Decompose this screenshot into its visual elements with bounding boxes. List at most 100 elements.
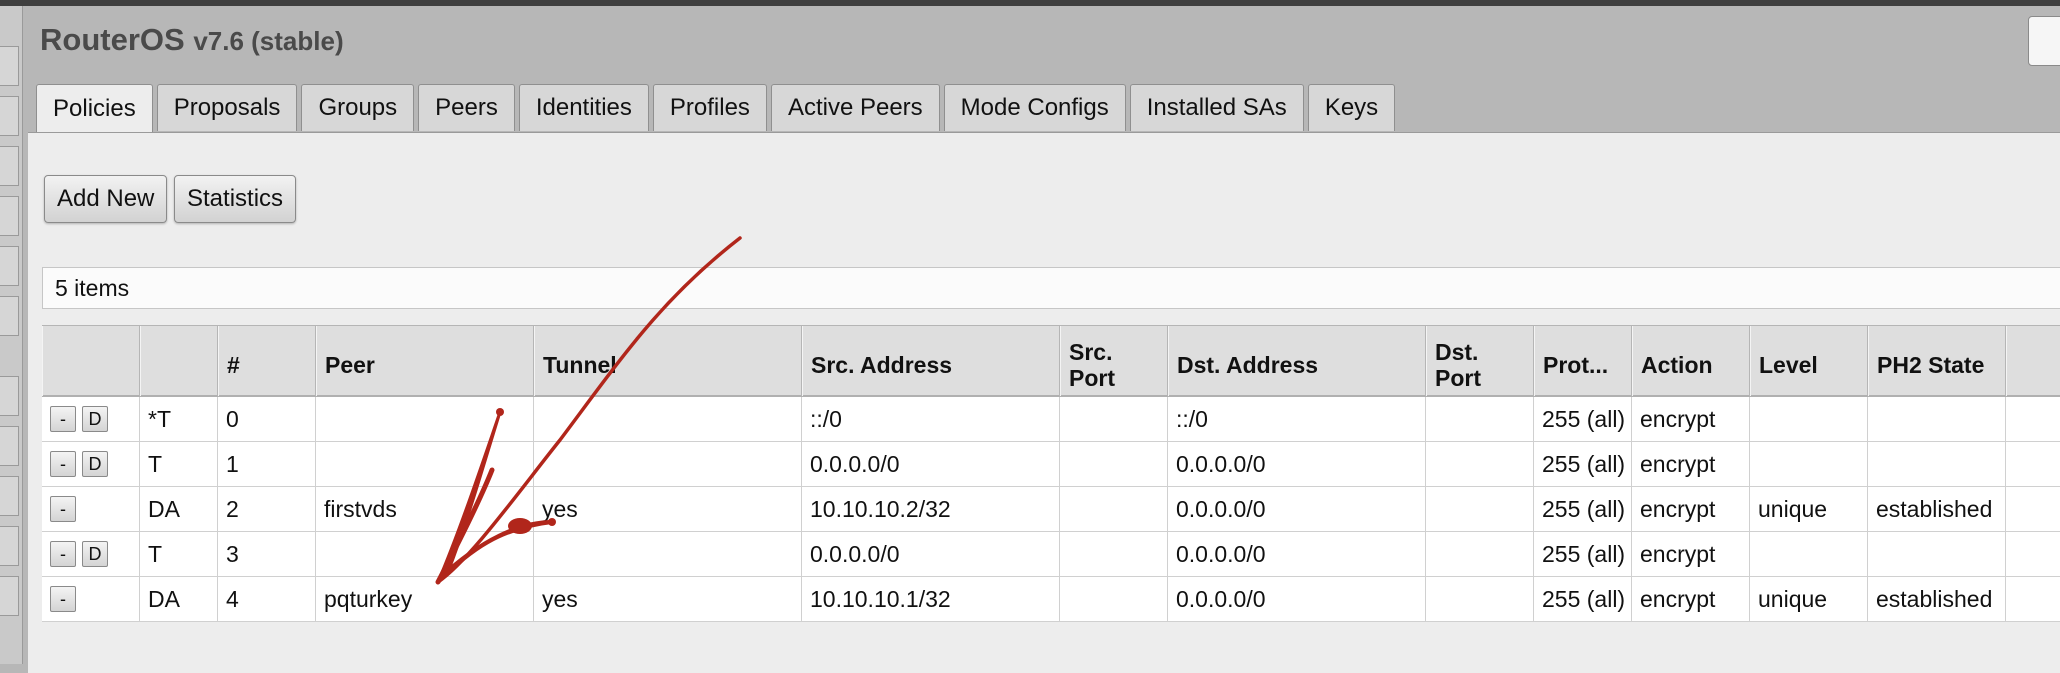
src-address-cell: 10.10.10.1/32 [802,577,1060,621]
tunnel-cell [534,397,802,441]
column-header-flags [140,326,218,396]
side-strip-segment [0,146,19,186]
src-port-cell [1060,442,1168,486]
column-header-dst-address[interactable]: Dst. Address [1168,326,1426,396]
table-row[interactable]: - DA 4 pqturkey yes 10.10.10.1/32 0.0.0.… [42,577,2060,622]
column-header-src-port[interactable]: Src. Port [1060,326,1168,396]
dst-address-cell: 0.0.0.0/0 [1168,532,1426,576]
disable-button[interactable]: D [82,541,108,567]
window-top-bar [0,0,2060,6]
remove-button[interactable]: - [50,406,76,432]
peer-cell [316,532,534,576]
column-header-action[interactable]: Action [1632,326,1750,396]
src-port-cell [1060,577,1168,621]
number-cell: 2 [218,487,316,531]
tab-peers[interactable]: Peers [418,84,515,131]
dst-address-cell: 0.0.0.0/0 [1168,487,1426,531]
extra-cell [2006,487,2060,531]
column-header-peer[interactable]: Peer [316,326,534,396]
peer-cell [316,442,534,486]
number-cell: 4 [218,577,316,621]
column-header-level[interactable]: Level [1750,326,1868,396]
action-cell: encrypt [1632,532,1750,576]
protocol-cell: 255 (all) [1534,487,1632,531]
side-strip-segment [0,426,19,466]
row-buttons-cell: - D [42,397,140,441]
dst-port-cell [1426,397,1534,441]
side-strip-segment [0,46,19,86]
src-address-cell: 0.0.0.0/0 [802,532,1060,576]
side-strip-segment [0,576,19,616]
src-port-cell [1060,487,1168,531]
extra-cell [2006,532,2060,576]
tab-profiles[interactable]: Profiles [652,84,767,131]
remove-button[interactable]: - [50,541,76,567]
column-header-buttons [42,326,140,396]
add-new-button[interactable]: Add New [44,175,168,223]
level-cell: unique [1750,577,1868,621]
tab-mode-configs[interactable]: Mode Configs [943,84,1126,131]
disable-button[interactable]: D [82,451,108,477]
number-cell: 3 [218,532,316,576]
peer-cell: firstvds [316,487,534,531]
policies-panel: Add New Statistics 5 items # Peer Tunnel… [28,132,2060,673]
action-cell: encrypt [1632,442,1750,486]
column-header-tunnel[interactable]: Tunnel [534,326,802,396]
level-cell [1750,442,1868,486]
page-title: RouterOS v7.6 (stable) [40,22,344,58]
column-header-protocol[interactable]: Prot... [1534,326,1632,396]
flags-cell: DA [140,487,218,531]
flags-cell: *T [140,397,218,441]
table-row[interactable]: - DA 2 firstvds yes 10.10.10.2/32 0.0.0.… [42,487,2060,532]
dst-address-cell: 0.0.0.0/0 [1168,577,1426,621]
level-cell [1750,397,1868,441]
tab-installed-sas[interactable]: Installed SAs [1129,84,1304,131]
level-cell: unique [1750,487,1868,531]
table-header: # Peer Tunnel Src. Address Src. Port Dst… [42,325,2060,397]
disable-button[interactable]: D [82,406,108,432]
side-strip-segment [0,476,19,516]
remove-button[interactable]: - [50,496,76,522]
side-strip-segment [0,376,19,416]
tab-keys[interactable]: Keys [1307,84,1396,131]
app-name: RouterOS [40,22,185,57]
column-header-dst-port[interactable]: Dst. Port [1426,326,1534,396]
column-header-extra [2006,326,2060,396]
statistics-button[interactable]: Statistics [174,175,297,223]
tab-active-peers[interactable]: Active Peers [770,84,940,131]
tunnel-cell: yes [534,487,802,531]
src-address-cell: 10.10.10.2/32 [802,487,1060,531]
item-count-bar: 5 items [42,267,2060,309]
ph2-state-cell: established [1868,577,2006,621]
table-row[interactable]: - D T 3 0.0.0.0/0 0.0.0.0/0 255 (all) en… [42,532,2060,577]
peer-cell: pqturkey [316,577,534,621]
protocol-cell: 255 (all) [1534,532,1632,576]
tab-identities[interactable]: Identities [518,84,649,131]
top-right-button[interactable] [2028,16,2060,66]
src-address-cell: 0.0.0.0/0 [802,442,1060,486]
row-buttons-cell: - [42,487,140,531]
remove-button[interactable]: - [50,451,76,477]
remove-button[interactable]: - [50,586,76,612]
extra-cell [2006,442,2060,486]
level-cell [1750,532,1868,576]
side-strip-segment [0,296,19,336]
extra-cell [2006,397,2060,441]
extra-cell [2006,577,2060,621]
policies-table: # Peer Tunnel Src. Address Src. Port Dst… [42,325,2060,625]
action-cell: encrypt [1632,397,1750,441]
tab-proposals[interactable]: Proposals [156,84,298,131]
src-port-cell [1060,397,1168,441]
ph2-state-cell: established [1868,487,2006,531]
table-row[interactable]: - D *T 0 ::/0 ::/0 255 (all) encrypt [42,397,2060,442]
dst-port-cell [1426,487,1534,531]
column-header-src-address[interactable]: Src. Address [802,326,1060,396]
flags-cell: T [140,442,218,486]
tunnel-cell [534,532,802,576]
ph2-state-cell [1868,442,2006,486]
tab-policies[interactable]: Policies [36,84,153,133]
tab-groups[interactable]: Groups [301,84,415,131]
column-header-ph2-state[interactable]: PH2 State [1868,326,2006,396]
column-header-number[interactable]: # [218,326,316,396]
table-row[interactable]: - D T 1 0.0.0.0/0 0.0.0.0/0 255 (all) en… [42,442,2060,487]
